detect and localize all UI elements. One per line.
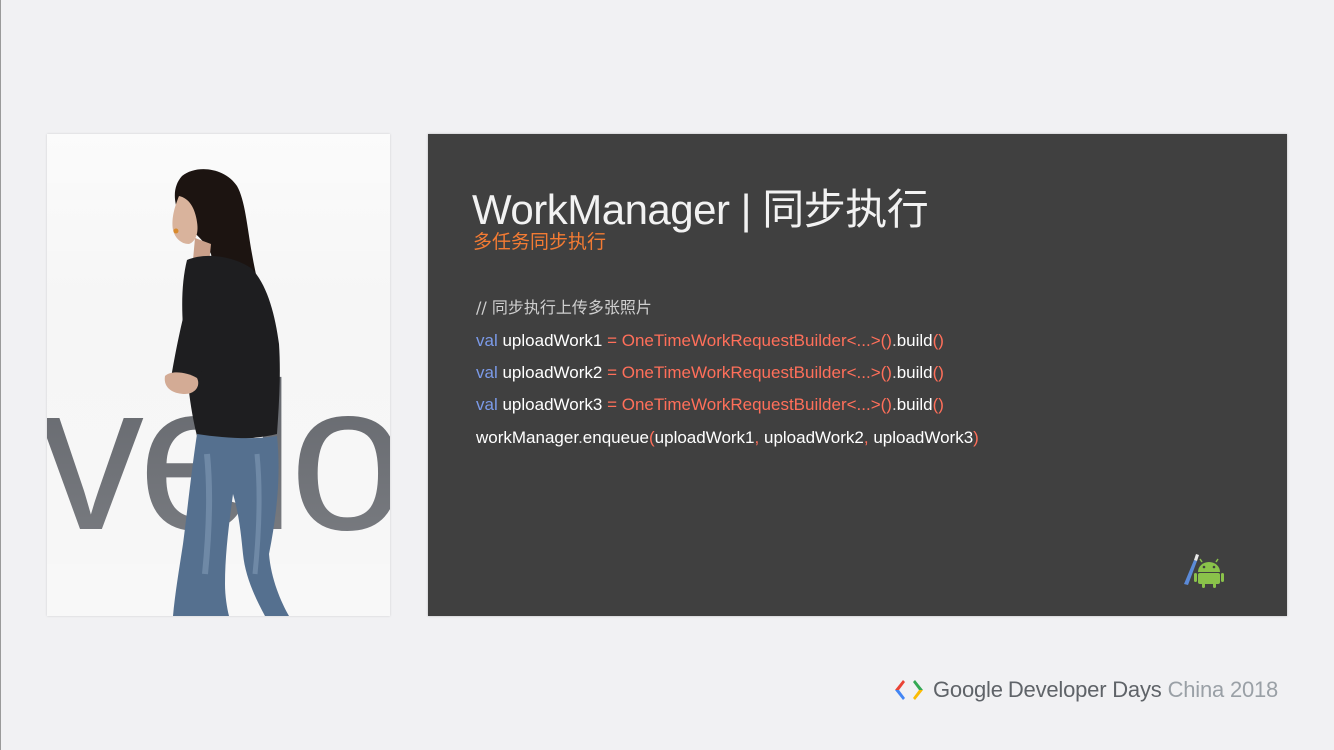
event-brand: Google Developer Days China 2018 (893, 676, 1278, 704)
code-line-2: val uploadWork2 = OneTimeWorkRequestBuil… (476, 363, 944, 383)
code-operator: = (607, 395, 617, 414)
code-comma: , (754, 428, 760, 447)
window-edge (0, 0, 1, 750)
android-studio-icon (1184, 554, 1224, 588)
code-keyword: val (476, 363, 498, 382)
code-variable: uploadWork3 (502, 395, 603, 414)
code-operator: = (607, 331, 617, 350)
code-parens: () (932, 363, 944, 382)
brand-event-edition: China 2018 (1167, 677, 1279, 702)
brand-google: Google (933, 677, 1003, 702)
code-arg: uploadWork3 (873, 428, 974, 447)
code-arg: uploadWork2 (763, 428, 864, 447)
code-comment: // 同步执行上传多张照片 (476, 298, 652, 317)
code-arg: uploadWork1 (654, 428, 755, 447)
code-keyword: val (476, 395, 498, 414)
code-line-3: val uploadWork3 = OneTimeWorkRequestBuil… (476, 395, 944, 415)
google-developers-logo-icon (895, 680, 923, 700)
code-parens: () (932, 395, 944, 414)
presentation-slide: WorkManager | 同步执行 多任务同步执行 // 同步执行上传多张照片… (428, 134, 1287, 616)
code-method: build (896, 395, 933, 414)
code-line-enqueue: workManager.enqueue(uploadWork1, uploadW… (476, 428, 979, 448)
code-line-1: val uploadWork1 = OneTimeWorkRequestBuil… (476, 331, 944, 351)
code-method: build (896, 331, 933, 350)
code-variable: uploadWork2 (502, 363, 603, 382)
brand-event-name: Developer Days (1007, 677, 1162, 702)
code-method: enqueue (582, 428, 649, 447)
code-keyword: val (476, 331, 498, 350)
code-method: build (896, 363, 933, 382)
speaker-video-panel: velo (47, 134, 390, 616)
code-variable: uploadWork1 (502, 331, 603, 350)
code-comma: , (863, 428, 869, 447)
code-call: OneTimeWorkRequestBuilder<...>() (621, 331, 892, 350)
slide-subtitle: 多任务同步执行 (473, 231, 607, 253)
code-parens: () (932, 331, 944, 350)
speaker-figure (164, 169, 289, 616)
code-operator: = (607, 363, 617, 382)
code-object: workManager (476, 428, 579, 447)
code-paren-close: ) (973, 428, 979, 447)
code-call: OneTimeWorkRequestBuilder<...>() (621, 363, 892, 382)
code-call: OneTimeWorkRequestBuilder<...>() (621, 395, 892, 414)
